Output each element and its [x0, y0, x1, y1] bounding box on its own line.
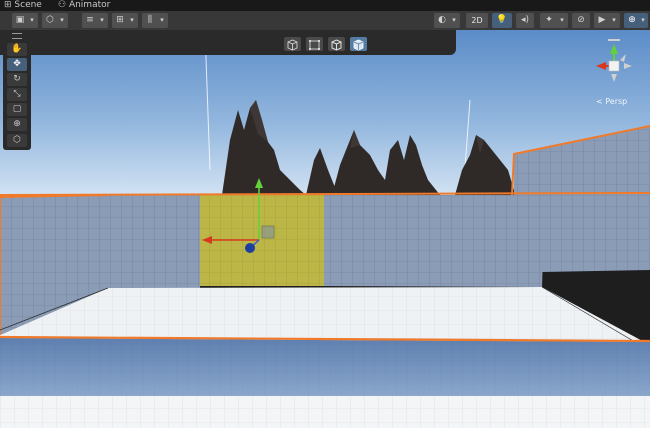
- global-lighting-dropdown[interactable]: ◐ ▾: [434, 13, 460, 28]
- toggle-2d-label: 2D: [471, 16, 483, 25]
- audio-toggle[interactable]: ◂): [516, 13, 534, 28]
- tab-bar: ⊞ Scene ⚇ Animator: [0, 0, 650, 11]
- chevron-down-icon: ▾: [452, 16, 456, 24]
- hidden-objects-toggle[interactable]: ⊘: [572, 13, 590, 28]
- draw-mode-dropdown[interactable]: ▣ ▾: [12, 13, 38, 28]
- tools-panel-grip-icon[interactable]: [12, 33, 22, 39]
- tools-panel: ✋ ✥ ↻ ⤡ ▢ ⊕ ⬡: [3, 30, 31, 150]
- gizmos-dropdown[interactable]: ⊕ ▾: [624, 13, 648, 28]
- global-lighting-icon: ◐: [438, 15, 446, 25]
- rotate-tool[interactable]: ↻: [7, 73, 27, 86]
- scale-icon: ⤡: [13, 89, 21, 99]
- chevron-down-icon: ▾: [30, 16, 34, 24]
- rect-icon: [309, 40, 320, 50]
- overlay-toolbar: [0, 30, 456, 55]
- increment-snap-dropdown[interactable]: ⫼ ▾: [142, 13, 168, 28]
- camera-dropdown[interactable]: ▶ ▾: [594, 13, 620, 28]
- move-icon: ✥: [13, 59, 21, 69]
- effects-dropdown[interactable]: ✦ ▾: [540, 13, 568, 28]
- gizmo-handle-icon[interactable]: [608, 39, 620, 41]
- chevron-down-icon: ▾: [560, 16, 564, 24]
- hidden-objects-icon: ⊘: [577, 15, 585, 25]
- back-wall-right: [542, 195, 650, 272]
- camera-icon: ▶: [598, 15, 606, 25]
- transform-tool[interactable]: ⊕: [7, 118, 27, 131]
- hand-tool[interactable]: ✋: [7, 43, 27, 56]
- overlay-box-button[interactable]: [284, 37, 301, 51]
- overlay-cube-filled-button[interactable]: [350, 37, 367, 51]
- scale-tool[interactable]: ⤡: [7, 88, 27, 101]
- back-wall-left: [108, 195, 200, 288]
- projection-label[interactable]: < Persp: [596, 97, 627, 106]
- animator-icon: ⚇: [58, 0, 69, 10]
- move-tool[interactable]: ✥: [7, 58, 27, 71]
- chevron-down-icon: ▾: [160, 16, 164, 24]
- front-slab-grid: [0, 338, 650, 396]
- hand-icon: ✋: [11, 44, 23, 54]
- snap-grid-dropdown[interactable]: ⊞ ▾: [112, 13, 138, 28]
- shading-dropdown[interactable]: ⬡ ▾: [42, 13, 68, 28]
- cube-icon: [331, 39, 342, 51]
- gizmo-align-icon: ≡: [86, 15, 94, 25]
- snap-grid-icon: ⊞: [116, 15, 124, 25]
- chevron-down-icon: ▾: [100, 16, 104, 24]
- effects-icon: ✦: [545, 15, 553, 25]
- audio-icon: ◂): [520, 15, 530, 25]
- lighting-icon: 💡: [496, 15, 508, 25]
- rect-transform-tool[interactable]: ▢: [7, 103, 27, 116]
- back-wall-center: [324, 195, 545, 287]
- chevron-down-icon: ▾: [612, 16, 616, 24]
- gizmo-plane-handle[interactable]: [261, 225, 275, 239]
- custom-tool[interactable]: ⬡: [7, 134, 27, 147]
- scene-viewport[interactable]: [0, 30, 650, 428]
- overlay-cube-button[interactable]: [328, 37, 345, 51]
- overlay-rect-button[interactable]: [306, 37, 323, 51]
- tab-animator-label: Animator: [68, 0, 111, 10]
- scene-toolbar: ▣ ▾ ⬡ ▾ ≡ ▾ ⊞ ▾ ⫼ ▾ ◐ ▾ 2D 💡 ◂) ✦ ▾ ⊘ ▶ …: [0, 11, 650, 31]
- tab-scene-label: Scene: [14, 0, 42, 10]
- box-icon: [287, 39, 298, 51]
- draw-mode-icon: ▣: [15, 15, 25, 25]
- gizmo-align-dropdown[interactable]: ≡ ▾: [82, 13, 108, 28]
- lighting-toggle[interactable]: 💡: [492, 13, 512, 28]
- rotate-icon: ↻: [13, 74, 21, 84]
- foreground-floor: [0, 396, 650, 428]
- tab-animator[interactable]: ⚇ Animator: [58, 0, 110, 11]
- chevron-down-icon: ▾: [130, 16, 134, 24]
- transform-icon: ⊕: [13, 119, 21, 129]
- chevron-down-icon: ▾: [641, 16, 645, 24]
- rect-transform-icon: ▢: [12, 104, 22, 114]
- increment-snap-icon: ⫼: [147, 15, 153, 25]
- shading-icon: ⬡: [46, 15, 54, 25]
- grid-icon: ⊞: [4, 0, 15, 10]
- gizmo-z-handle[interactable]: [245, 243, 255, 253]
- gizmo-center-cube-icon[interactable]: [608, 60, 620, 72]
- toggle-2d-button[interactable]: 2D: [466, 13, 488, 28]
- gizmos-icon: ⊕: [628, 15, 636, 25]
- chevron-down-icon: ▾: [60, 16, 64, 24]
- custom-tool-icon: ⬡: [13, 135, 21, 145]
- tab-scene[interactable]: ⊞ Scene: [4, 0, 42, 11]
- cube-filled-icon: [353, 39, 364, 51]
